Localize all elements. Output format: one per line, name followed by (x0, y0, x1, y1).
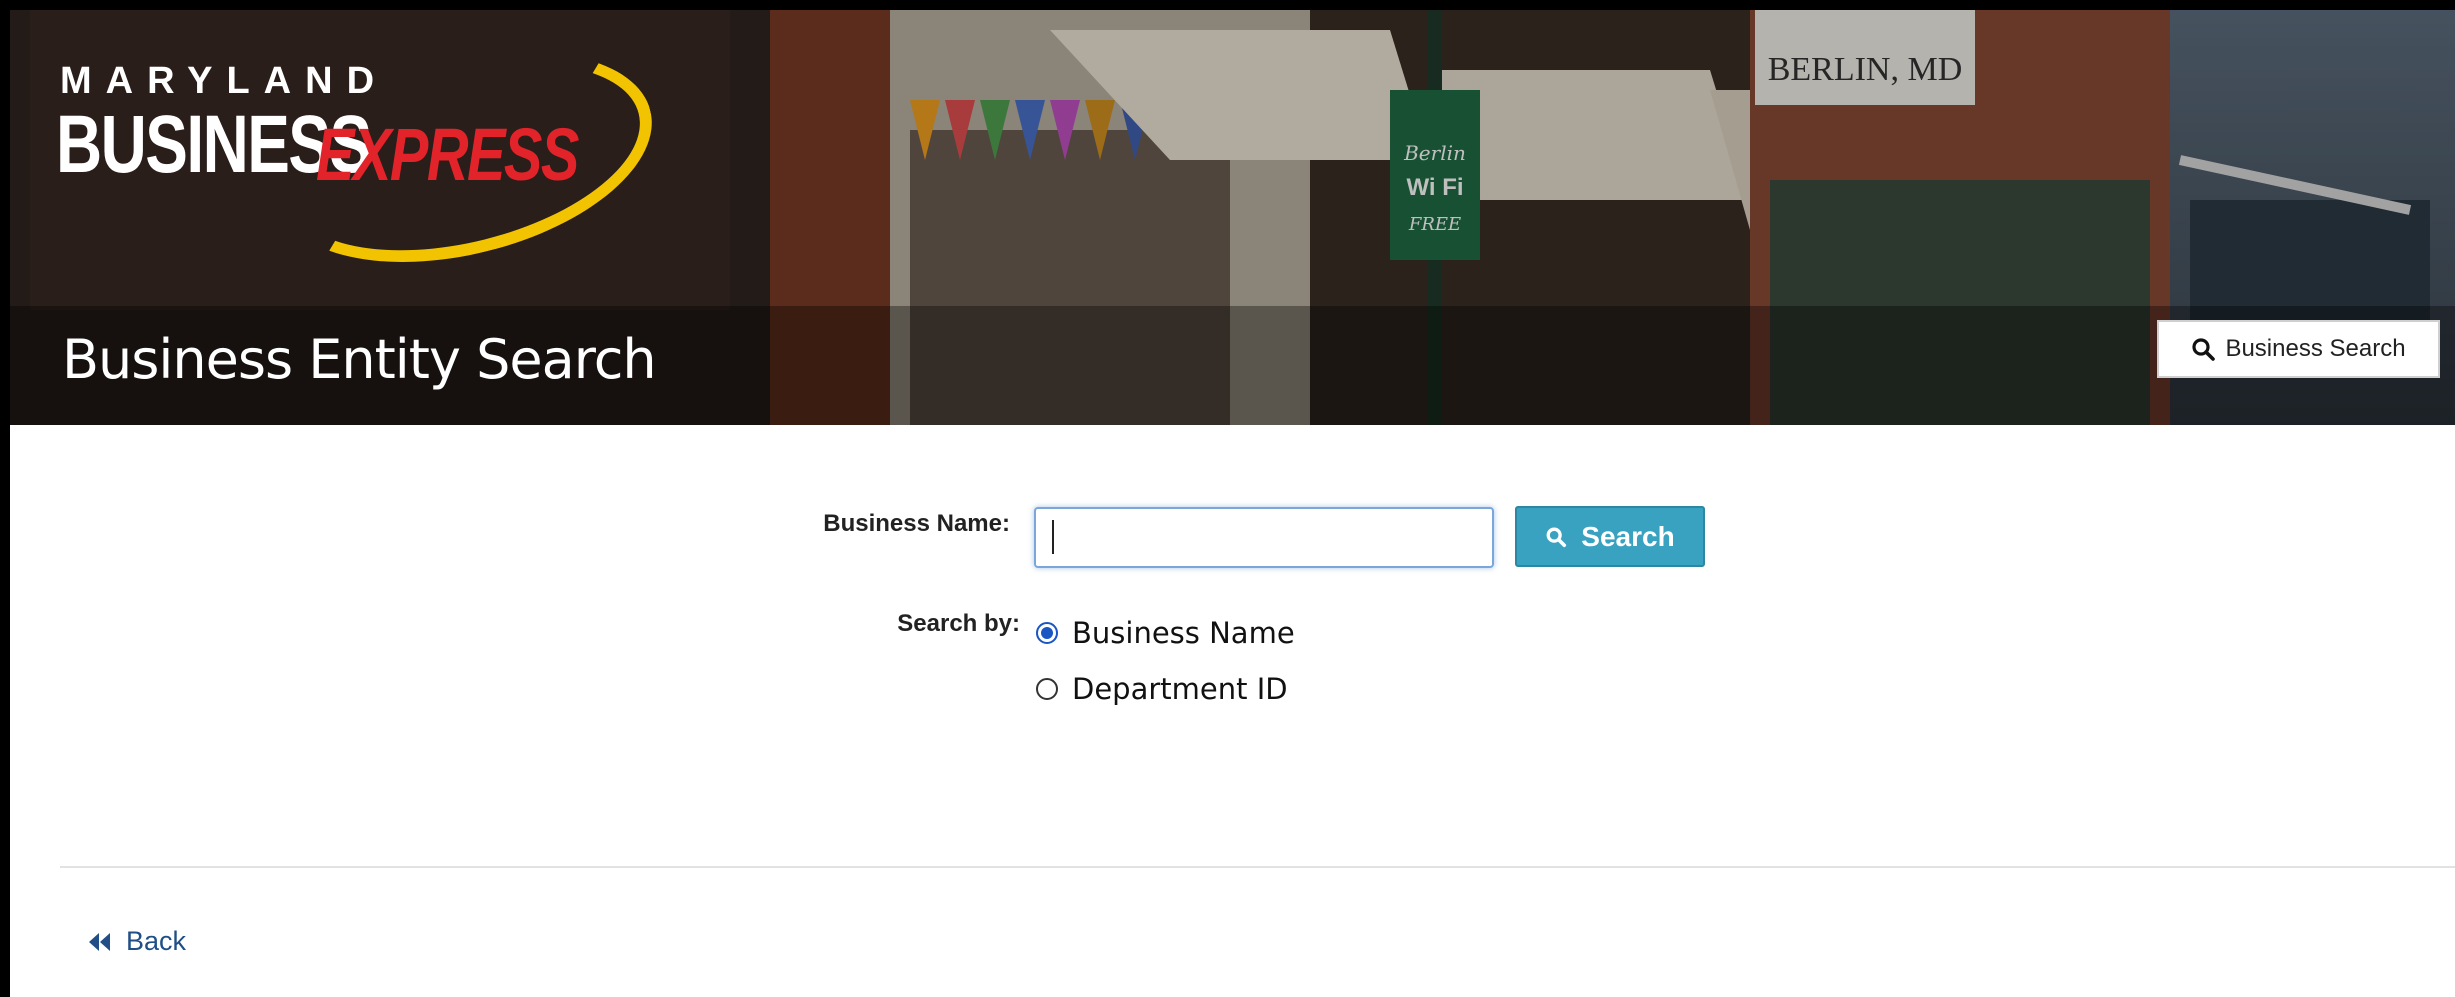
divider (60, 866, 2455, 868)
search-by-label: Search by: (897, 610, 1020, 637)
radio-business-name[interactable]: Business Name (1036, 616, 1295, 650)
search-icon (1546, 527, 1567, 547)
business-search-button-label: Business Search (2225, 335, 2406, 362)
page-title: Business Entity Search (62, 328, 657, 391)
back-link[interactable]: Back (88, 926, 186, 957)
search-button[interactable]: Search (1515, 506, 1705, 567)
radio-button-selected[interactable] (1036, 622, 1058, 644)
logo-state: MARYLAND (60, 60, 389, 102)
radio-business-name-label: Business Name (1072, 616, 1295, 650)
radio-button-unselected[interactable] (1036, 678, 1058, 700)
search-icon (2192, 338, 2216, 361)
radio-department-id-label: Department ID (1072, 672, 1288, 706)
business-search-button[interactable]: Business Search (2157, 320, 2440, 378)
text-cursor (1052, 520, 1054, 554)
double-chevron-left-icon (89, 932, 110, 951)
header-banner: Berlin Wi Fi FREE BERLIN, MD MARYLAND BU… (10, 10, 2455, 425)
back-link-label: Back (126, 926, 187, 956)
search-button-label: Search (1581, 520, 1675, 552)
radio-department-id[interactable]: Department ID (1036, 672, 1288, 706)
logo-express: EXPRESS (316, 113, 579, 196)
business-name-input[interactable] (1034, 507, 1494, 568)
business-name-label: Business Name: (823, 510, 1010, 537)
